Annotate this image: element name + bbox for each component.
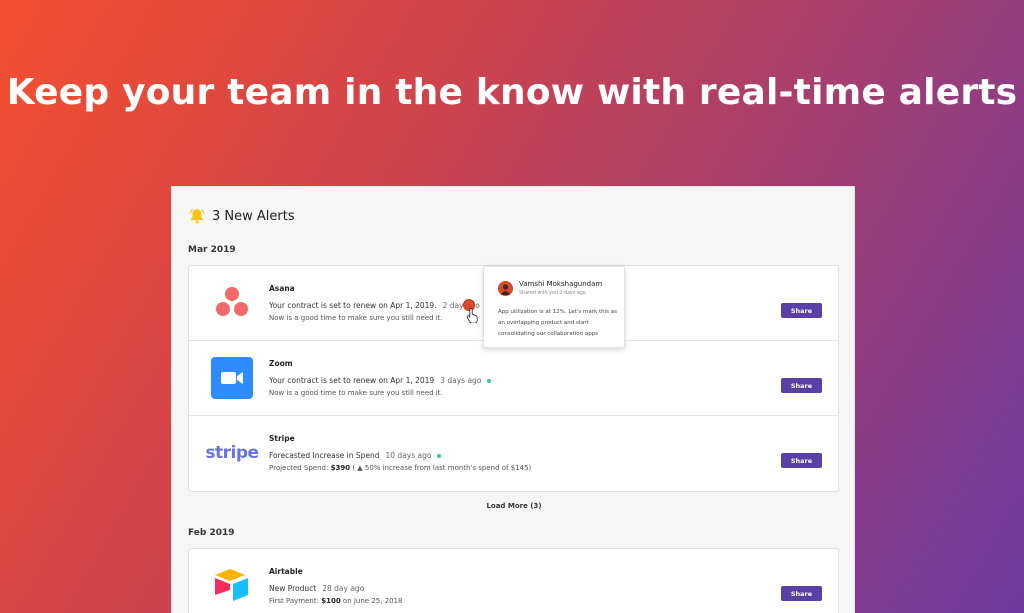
status-dot	[487, 379, 492, 383]
alert-detail-amount: $100	[321, 597, 341, 605]
popup-user-name: Vamshi Mokshagundam	[519, 280, 603, 288]
bell-icon	[189, 209, 205, 224]
alert-message-text: Your contract is set to renew on Apr 1, …	[269, 376, 435, 385]
alert-app-name: Airtable	[269, 567, 303, 576]
alert-detail: Now is a good time to make sure you stil…	[269, 314, 443, 322]
alert-message-text: Your contract is set to renew on Apr 1, …	[269, 301, 437, 310]
panel-title: 3 New Alerts	[212, 208, 295, 224]
alert-timestamp: 10 days ago	[385, 451, 432, 460]
alert-detail-amount: $390	[330, 464, 351, 472]
popup-message: App utilization is at 12%. Let's mark th…	[498, 309, 617, 337]
alert-message-text: Forecasted Increase in Spend	[269, 451, 380, 460]
alert-detail-suffix: on June 25, 2018	[342, 597, 403, 605]
status-dot	[437, 454, 442, 458]
airtable-logo-icon	[215, 569, 248, 601]
load-more-link[interactable]: Load More (3)	[172, 502, 856, 510]
user-avatar-icon	[498, 281, 513, 296]
alert-detail-prefix: First Payment:	[269, 597, 319, 605]
avatar	[498, 281, 513, 296]
alert-row-airtable[interactable]: Airtable New Product 28 day ago First Pay…	[189, 549, 838, 613]
alert-timestamp: 28 day ago	[322, 584, 365, 593]
share-button[interactable]: Share	[781, 586, 822, 601]
alert-app-name: Stripe	[269, 434, 295, 443]
popup-share-meta: Shared with you 2 days ago	[519, 291, 586, 296]
alert-detail: Now is a good time to make sure you stil…	[269, 389, 443, 397]
panel-header: 3 New Alerts	[188, 207, 295, 225]
alert-detail-prefix: Projected Spend:	[269, 464, 329, 472]
group-label-feb-2019: Feb 2019	[188, 528, 235, 538]
alert-timestamp: 3 days ago	[440, 376, 482, 385]
alert-detail-suffix: ( ▲ 50% increase from last month's spend…	[352, 464, 532, 472]
share-button[interactable]: Share	[781, 453, 822, 468]
asana-logo-icon	[216, 287, 248, 316]
alerts-card-feb: Airtable New Product 28 day ago First Pay…	[188, 548, 839, 613]
alert-message: Your contract is set to renew on Apr 1, …	[269, 301, 490, 310]
share-button[interactable]: Share	[781, 303, 822, 318]
group-label-mar-2019: Mar 2019	[188, 245, 236, 255]
alert-detail: Projected Spend: $390 ( ▲ 50% increase f…	[269, 464, 531, 472]
alert-message-text: New Product	[269, 584, 317, 593]
alert-detail: First Payment: $100 on June 25, 2018	[269, 597, 403, 605]
page-headline: Keep your team in the know with real-tim…	[6, 72, 1018, 113]
alert-row-stripe[interactable]: stripe Stripe Forecasted Increase in Spe…	[189, 416, 838, 491]
alert-message: Forecasted Increase in Spend 10 days ago	[269, 451, 442, 460]
stripe-logo: stripe	[205, 432, 259, 474]
alerts-panel: 3 New Alerts Mar 2019 Asana Your contrac…	[171, 186, 855, 613]
zoom-logo-icon	[211, 357, 253, 399]
alert-row-zoom[interactable]: Zoom Your contract is set to renew on Ap…	[189, 341, 838, 416]
alert-app-name: Zoom	[269, 359, 293, 368]
alert-app-name: Asana	[269, 284, 295, 293]
alert-message: Your contract is set to renew on Apr 1, …	[269, 376, 492, 385]
stripe-logo-text: stripe	[205, 443, 259, 463]
shared-alert-popup: Vamshi Mokshagundam Shared with you 2 da…	[483, 266, 625, 348]
hand-cursor-icon	[466, 308, 478, 323]
alert-message: New Product 28 day ago	[269, 584, 364, 593]
share-button[interactable]: Share	[781, 378, 822, 393]
